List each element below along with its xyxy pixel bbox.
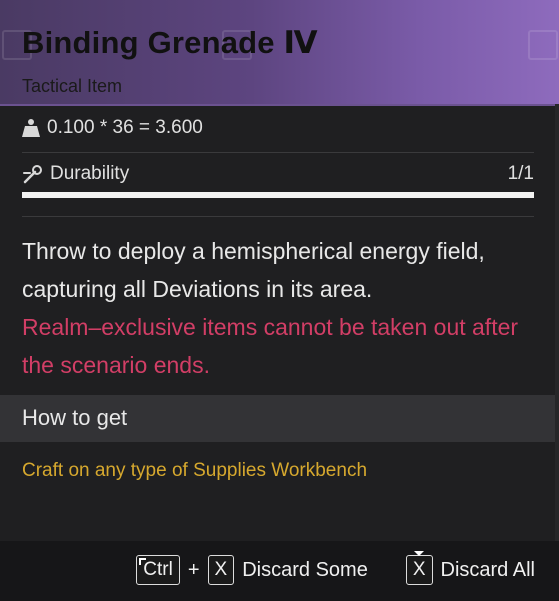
divider <box>22 216 534 217</box>
item-description-block: Throw to deploy a hemispherical energy f… <box>22 232 537 384</box>
controls-footer: Ctrl + X Discard Some X Discard All <box>0 541 559 601</box>
how-to-get-title: How to get <box>22 405 128 430</box>
scrollbar-track[interactable] <box>555 104 559 541</box>
item-category: Tactical Item <box>22 76 123 96</box>
item-title: Binding Grenade Ⅳ <box>22 25 318 60</box>
divider <box>22 152 534 153</box>
durability-label: Durability <box>50 163 130 184</box>
x-key-hint[interactable]: X <box>207 555 235 585</box>
x-hold-key-hint[interactable]: X <box>405 555 433 585</box>
weight-row: 0.100 * 36 = 3.600 <box>22 117 203 139</box>
ctrl-key-hint[interactable]: Ctrl <box>136 555 180 585</box>
acquisition-source: Craft on any type of Supplies Workbench <box>22 460 368 481</box>
background-emblem-icon <box>528 30 558 60</box>
how-to-get-header: How to get <box>0 395 559 442</box>
durability-value: 1/1 <box>507 163 534 184</box>
durability-row: Durability 1/1 <box>22 163 534 185</box>
discard-some-button[interactable]: Discard Some <box>242 559 368 582</box>
discard-all-button[interactable]: Discard All <box>441 559 535 582</box>
weight-icon <box>22 119 40 137</box>
weight-formula: 0.100 * 36 = 3.600 <box>47 117 203 138</box>
durability-bar-fill <box>22 192 534 198</box>
item-warning: Realm–exclusive items cannot be taken ou… <box>22 314 519 378</box>
item-description: Throw to deploy a hemispherical energy f… <box>22 238 485 302</box>
durability-bar <box>22 192 534 198</box>
wrench-icon <box>23 165 42 184</box>
plus-sign: + <box>187 558 200 581</box>
item-header: Binding Grenade Ⅳ Tactical Item <box>0 0 559 106</box>
